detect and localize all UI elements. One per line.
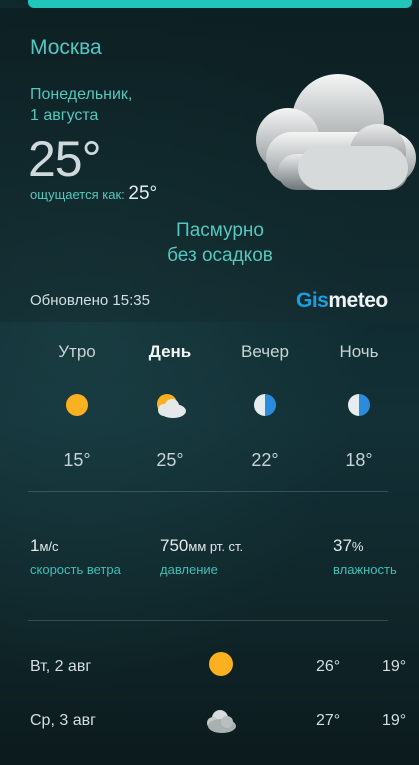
day-month-label: 1 августа: [30, 107, 99, 124]
pressure-stat: 750мм рт. ст. давление: [160, 536, 243, 577]
condition-precipitation: без осадков: [167, 245, 273, 266]
weather-condition: Пасмурно без осадков: [120, 218, 320, 268]
wind-stat: 1м/с скорость ветра: [30, 536, 121, 577]
forecast-min-temp: 19°: [382, 658, 407, 675]
wind-unit: м/с: [39, 539, 59, 554]
period-name: Утро: [58, 342, 96, 361]
sun-icon: [66, 394, 88, 416]
current-date: Понедельник, 1 августа: [30, 84, 180, 126]
feels-like: ощущается как: 25°: [30, 183, 157, 205]
wind-label: скорость ветра: [30, 562, 121, 577]
period-name: Вечер: [241, 342, 289, 361]
period-morning[interactable]: Утро 15°: [32, 342, 122, 470]
cloud-icon: [207, 710, 236, 733]
pressure-value: 750: [160, 536, 189, 555]
forecast-max-temp: 27°: [316, 712, 341, 729]
condition-main: Пасмурно: [176, 220, 264, 241]
period-name: Ночь: [339, 342, 379, 361]
humidity-stat: 37% влажность: [333, 536, 397, 577]
top-accent-bar: [28, 0, 412, 8]
weekday-label: Понедельник,: [30, 86, 133, 103]
current-temperature: 25°: [28, 131, 102, 187]
forecast-min-temp: 19°: [382, 712, 407, 729]
period-name: День: [148, 342, 192, 361]
divider: [28, 491, 388, 492]
humidity-label: влажность: [333, 562, 397, 577]
feels-like-label: ощущается как:: [30, 187, 125, 202]
updated-time: Обновлено 15:35: [30, 292, 150, 309]
gismeteo-logo[interactable]: Gismeteo: [296, 289, 388, 313]
partly-cloudy-icon: [157, 394, 186, 418]
forecast-row[interactable]: Вт, 2 авг 26° 19°: [0, 652, 419, 698]
forecast-date: Ср, 3 авг: [30, 712, 96, 729]
feels-like-value: 25°: [128, 183, 158, 204]
period-night[interactable]: Ночь 18°: [314, 342, 404, 470]
humidity-value: 37: [333, 536, 352, 555]
forecast-max-temp: 26°: [316, 658, 341, 675]
weather-widget: Москва Понедельник, 1 августа 25° ощущае…: [0, 0, 419, 765]
period-temperature: 15°: [63, 450, 91, 470]
forecast-row[interactable]: Ср, 3 авг 27° 19°: [0, 710, 419, 752]
pressure-unit: мм рт. ст.: [188, 539, 244, 554]
period-temperature: 25°: [156, 450, 184, 470]
period-temperature: 22°: [251, 450, 279, 470]
divider: [28, 620, 388, 621]
period-day[interactable]: День 25°: [125, 342, 215, 470]
sun-icon: [209, 652, 233, 676]
half-moon-icon: [348, 394, 370, 416]
forecast-date: Вт, 2 авг: [30, 658, 92, 675]
pressure-label: давление: [160, 562, 218, 577]
humidity-unit: %: [351, 539, 364, 554]
city-name[interactable]: Москва: [30, 36, 102, 60]
period-evening[interactable]: Вечер 22°: [220, 342, 310, 470]
half-moon-icon: [254, 394, 276, 416]
period-temperature: 18°: [345, 450, 373, 470]
cloud-icon: [256, 74, 416, 190]
